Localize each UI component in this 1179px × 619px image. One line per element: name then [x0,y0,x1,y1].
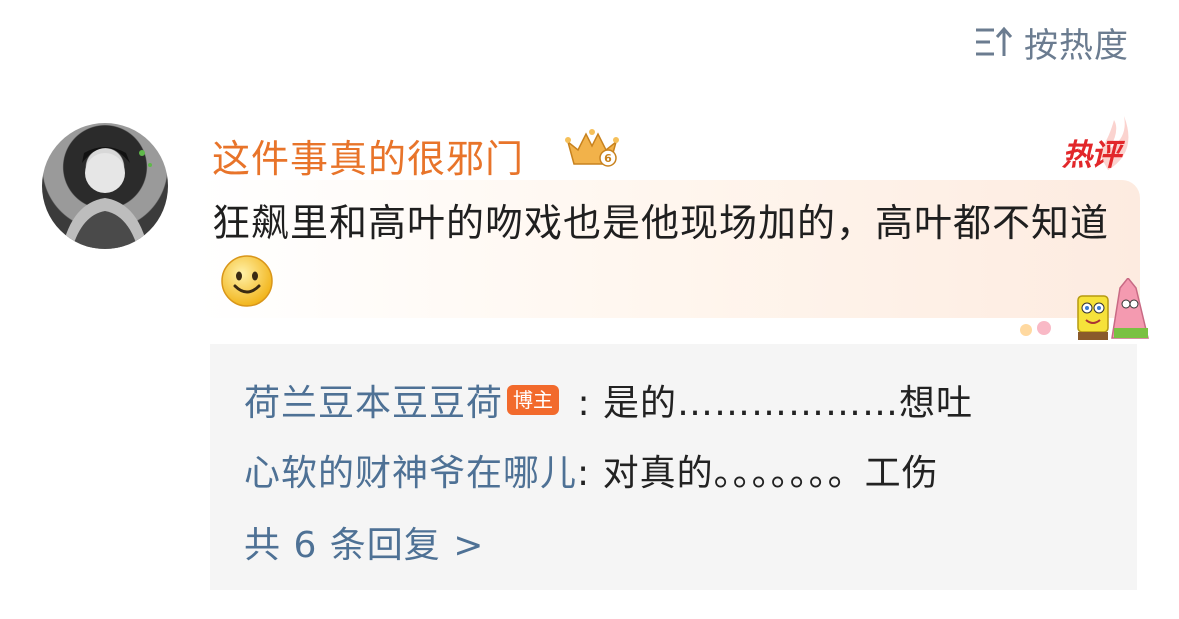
sort-label: 按热度 [1024,25,1129,66]
spongebob-decoration-icon [1020,278,1149,340]
sort-by-hot-button[interactable]: 按热度 [974,20,1129,66]
reply-item[interactable]: 心软的财神爷在哪儿: 对真的。。。。。。。工伤 [244,444,939,496]
comment-body: 狂飙里和高叶的吻戏也是他现场加的，高叶都不知道 [212,192,1112,326]
author-badge: 博主 [507,385,560,415]
sort-icon [974,24,1014,60]
reply-author[interactable]: 心软的财神爷在哪儿 [244,453,577,494]
level-number: 6 [604,152,612,165]
user-avatar[interactable] [42,123,168,249]
hot-comment-label: 热评 [1062,138,1121,173]
view-all-replies-link[interactable]: 共 6 条回复 > [244,516,484,568]
smile-emoji-icon [220,254,274,326]
level-crown-icon: 6 [564,128,620,172]
replies-panel: 荷兰豆本豆豆荷 博主 : 是的………………想吐 心软的财神爷在哪儿: 对真的。。。… [210,344,1137,590]
comment-username[interactable]: 这件事真的很邪门 [212,128,524,183]
reply-author[interactable]: 荷兰豆本豆豆荷 [244,383,503,424]
reply-text: : 对真的。。。。。。。工伤 [577,453,939,494]
reply-item[interactable]: 荷兰豆本豆豆荷 博主 : 是的………………想吐 [244,374,973,426]
comment-text: 狂飙里和高叶的吻戏也是他现场加的，高叶都不知道 [212,201,1110,245]
reply-text: : 是的………………想吐 [565,383,974,424]
